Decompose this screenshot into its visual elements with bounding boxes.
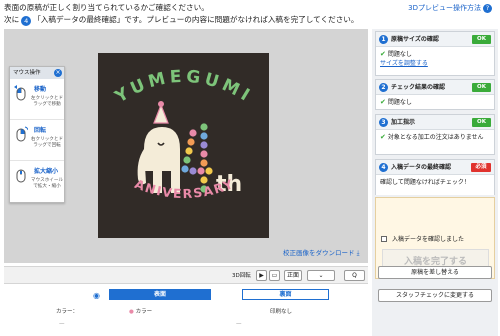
mouse-move-icon (14, 85, 26, 101)
card-processing: 3 加工指示 OK ✔ 対象となる加工の注文はありません (375, 114, 495, 155)
3d-help-link[interactable]: 3Dプレビュー操作方法? (408, 3, 492, 13)
mouse-panel-title: マウス操作 × (10, 67, 64, 79)
checklist-sidebar: 1 原稿サイズの確認 OK ✔ 問題なし サイズを調整する 2 チェック結果の確認 OK ✔… (372, 29, 498, 336)
3d-rotate-label: 3D回転 (232, 273, 251, 279)
artwork-canvas: YUMEGUMI th ANIVERSARY (111, 67, 256, 201)
front-view-label: 正面 (286, 272, 299, 279)
staff-check-button[interactable]: スタッフチェックに変更する (378, 289, 492, 302)
mouse-zoom-icon (16, 169, 26, 183)
eye-icon[interactable]: ◉ (93, 291, 100, 300)
card-check-title: チェック結果の確認 (391, 84, 446, 91)
artwork-preview[interactable]: YUMEGUMI th ANIVERSARY (98, 53, 269, 238)
card-processing-title: 加工指示 (391, 119, 416, 126)
play-icon: ▶ (259, 272, 264, 279)
play-button[interactable]: ▶ (256, 270, 267, 281)
view-select-chevron-icon: ⌄ (318, 272, 324, 279)
tab-back-face[interactable]: 裏面 (242, 289, 329, 300)
color-value-text: カラー (135, 309, 153, 315)
check-icon: ✔ (380, 133, 386, 141)
ok-badge: OK (472, 118, 491, 127)
card-check-results: 2 チェック結果の確認 OK ✔ 問題なし (375, 79, 495, 110)
mouse-panel-title-text: マウス操作 (13, 70, 41, 76)
mouse-rotate-desc: 右クリックとドラッグで回転 (30, 137, 64, 148)
download-proof-link[interactable]: 校正画像をダウンロード ⤓ (283, 247, 359, 258)
confirm-checkbox-label[interactable]: 入稿データを確認しました (392, 234, 464, 243)
attribute-table: カラー： ● カラー 印刷なし — — (4, 305, 368, 336)
ok-badge: OK (472, 83, 491, 92)
front-view-button[interactable]: 正面 (284, 270, 302, 281)
card-final-title: 入稿データの最終確認 (391, 164, 452, 171)
party-hat-icon (153, 103, 169, 124)
zoom-select[interactable]: Q (344, 270, 365, 281)
check-icon: ✔ (380, 50, 386, 58)
card-size-title: 原稿サイズの確認 (391, 36, 439, 43)
mouse-zoom-desc: マウスホイールで拡大・縮小 (30, 178, 64, 189)
instruction-prefix: 次に (4, 15, 20, 24)
mouse-rotate-icon (16, 126, 28, 142)
card-size-body: ✔ 問題なしサイズを調整する (376, 47, 494, 71)
card-processing-body: ✔ 対象となる加工の注文はありません (376, 130, 494, 145)
card-processing-header: 3 加工指示 OK (376, 115, 494, 130)
color-value: ● カラー (129, 307, 152, 315)
replace-artwork-button[interactable]: 原稿を差し替える (378, 266, 492, 279)
required-badge: 必須 (471, 163, 491, 172)
color-wheel-icon: ● (129, 309, 134, 315)
artwork-top-text: YUMEGUMI (111, 67, 256, 108)
card-processing-status: 対象となる加工の注文はありません (387, 134, 484, 141)
instruction-header: 表面の原稿が正しく割り当てられているかご確認ください。 次に 4 「入稿データの最終… (0, 0, 500, 29)
ok-badge: OK (472, 35, 491, 44)
tab-front-face[interactable]: 表面 (109, 289, 211, 300)
mouse-move-label: 移動 (34, 86, 47, 93)
card-size-header: 1 原稿サイズの確認 OK (376, 32, 494, 47)
mouse-move-desc: 左クリックとドラッグで移動 (30, 96, 64, 107)
3d-help-label[interactable]: 3Dプレビュー操作方法 (408, 4, 481, 12)
step-number-badge: 4 (21, 16, 32, 26)
attr-row2-left: — (59, 321, 65, 327)
mouse-item-rotate: 回転 右クリックとドラッグで回転 (10, 120, 64, 161)
download-icon[interactable]: ⤓ (357, 249, 360, 257)
artwork-top-path: YUMEGUMI (111, 67, 252, 108)
download-proof-label[interactable]: 校正画像をダウンロード (283, 249, 355, 257)
attr-row2-right: — (236, 321, 242, 327)
help-icon[interactable]: ? (483, 4, 492, 13)
card-final-msg: 確認して問題なければチェック！ (380, 179, 470, 186)
instruction-line-1: 表面の原稿が正しく割り当てられているかご確認ください。 (4, 3, 209, 12)
print-value: 印刷なし (270, 309, 293, 315)
color-label: カラー： (56, 309, 79, 315)
close-icon[interactable]: × (54, 69, 62, 77)
dotted-four (181, 123, 213, 193)
card-final-check: 4 入稿データの最終確認 必須 確認して問題なければチェック！ (375, 159, 495, 195)
card-check-body: ✔ 問題なし (376, 95, 494, 110)
card-final-header: 4 入稿データの最終確認 必須 (376, 160, 494, 175)
page-icon: ▭ (271, 272, 278, 279)
page-icon-button[interactable]: ▭ (269, 270, 280, 281)
step-4-badge: 4 (379, 163, 388, 172)
step-3-badge: 3 (379, 118, 388, 127)
instruction-line-2: 次に 4 「入稿データの最終確認」です。プレビューの内容に問題がなければ入稿を完了し… (4, 14, 359, 26)
mouse-zoom-label: 拡大縮小 (34, 168, 59, 175)
confirm-checkbox[interactable] (381, 236, 387, 242)
step-2-badge: 2 (379, 83, 388, 92)
mouse-rotate-label: 回転 (34, 127, 47, 134)
preview-toolbar: 3D回転 ▶ ▭ 正面 ⌄ Q (4, 266, 368, 284)
card-check-header: 2 チェック結果の確認 OK (376, 80, 494, 95)
mouse-controls-panel: マウス操作 × 移動 左クリックとドラッグで移動 回転 右クリックとドラッグで回転… (9, 66, 65, 203)
mouse-item-move: 移動 左クリックとドラッグで移動 (10, 79, 64, 120)
instruction-text: 「入稿データの最終確認」です。プレビューの内容に問題がなければ入稿を完了してくだ… (33, 15, 359, 24)
mouse-item-zoom: 拡大縮小 マウスホイールで拡大・縮小 (10, 161, 64, 202)
face-tabs: ◉ 表面 裏面 (4, 286, 368, 304)
view-select[interactable]: ⌄ (307, 270, 335, 281)
card-check-status: 問題なし (387, 99, 412, 106)
card-size-check: 1 原稿サイズの確認 OK ✔ 問題なしサイズを調整する (375, 31, 495, 76)
card-size-status: 問題なし (387, 51, 412, 58)
step-1-badge: 1 (379, 35, 388, 44)
zoom-icon: Q (352, 272, 357, 279)
check-icon: ✔ (380, 98, 386, 106)
adjust-size-link[interactable]: サイズを調整する (380, 60, 428, 67)
